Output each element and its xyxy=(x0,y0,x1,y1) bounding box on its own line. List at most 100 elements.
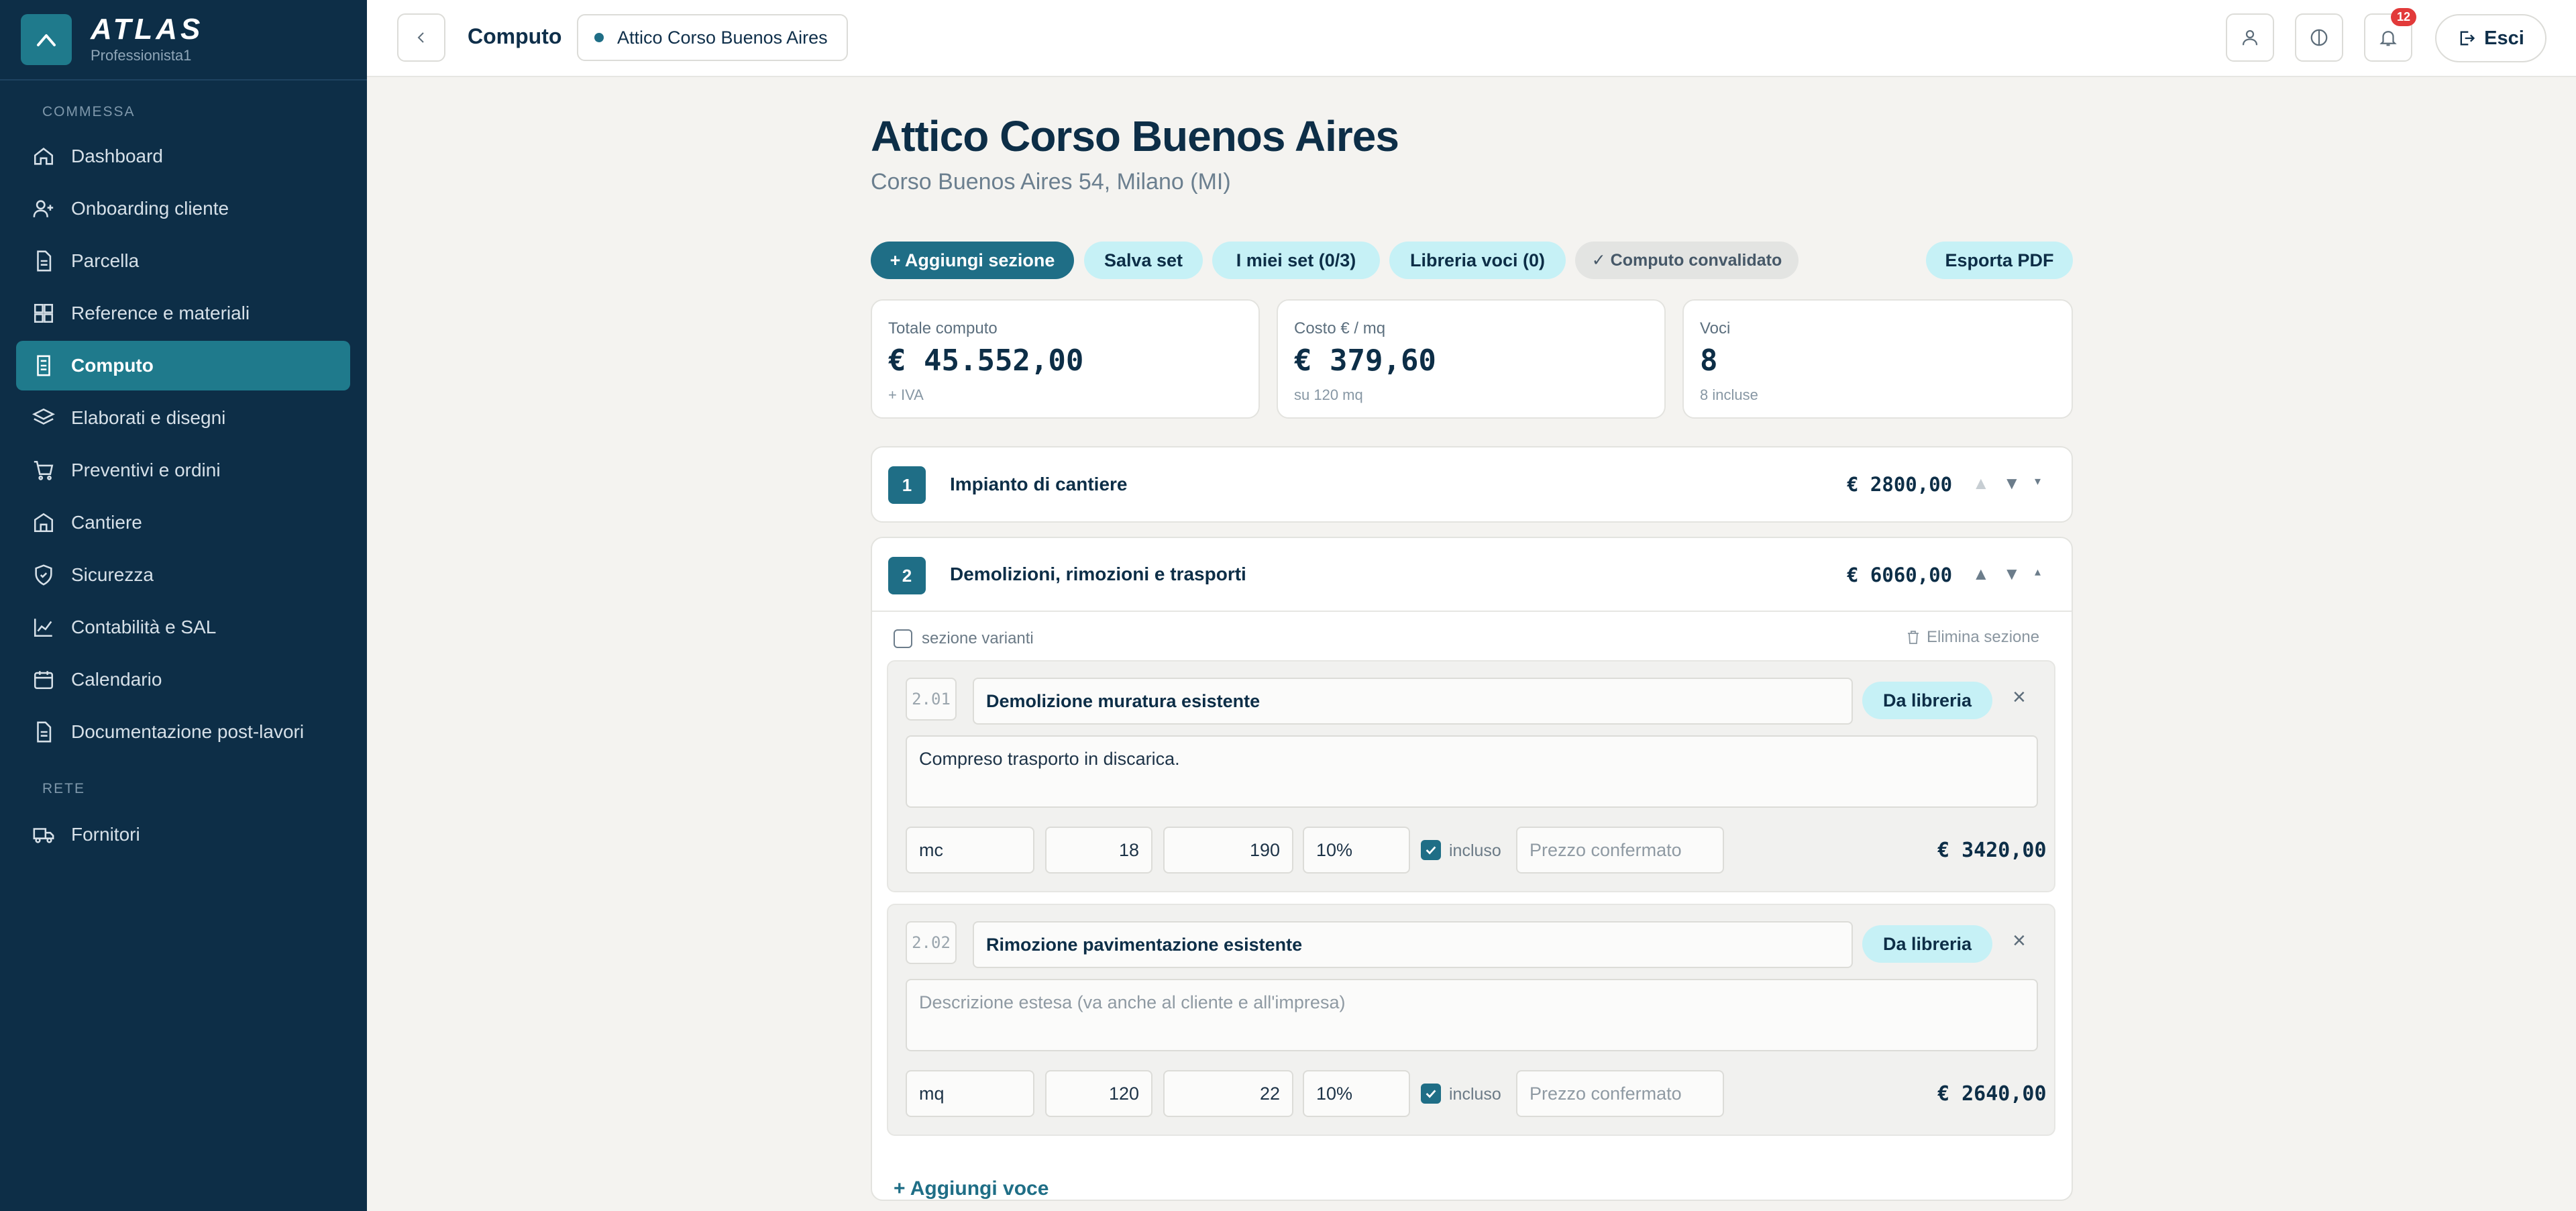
layers-icon xyxy=(32,408,55,425)
brand[interactable]: ATLAS Professionista1 xyxy=(0,0,367,81)
discount-field[interactable]: 10% xyxy=(1303,1070,1410,1117)
stat-card-items: Voci 8 8 incluse xyxy=(1682,299,2073,419)
stat-note: + IVA xyxy=(888,386,924,403)
included-checkbox[interactable] xyxy=(1421,840,1441,860)
bell-icon xyxy=(2379,31,2397,46)
library-button[interactable]: Libreria voci (0) xyxy=(1389,242,1566,279)
chart-line-icon xyxy=(34,619,52,637)
item-row: 2.01 Demolizione muratura esistente Da l… xyxy=(887,660,2055,892)
expand-toggle-icon[interactable]: ▾ xyxy=(2035,474,2041,488)
item-code: 2.01 xyxy=(906,678,957,721)
profile-button[interactable] xyxy=(2226,13,2274,62)
quantity-field[interactable]: 18 xyxy=(1045,827,1152,874)
section-title: Demolizioni, rimozioni e trasporti xyxy=(950,564,1246,584)
my-sets-button[interactable]: I miei set (0/3) xyxy=(1212,242,1380,279)
sidebar-item-preventivi[interactable]: Preventivi e ordini xyxy=(16,445,350,495)
item-code: 2.02 xyxy=(906,921,957,964)
section-header[interactable]: 2 Demolizioni, rimozioni e trasporti € 6… xyxy=(872,538,2072,612)
sidebar-item-computo[interactable]: Computo xyxy=(16,341,350,390)
item-name-input[interactable]: Demolizione muratura esistente xyxy=(973,678,1853,725)
section-card[interactable]: 1 Impianto di cantiere € 2800,00 ▲ ▼ ▾ xyxy=(871,446,2073,523)
quantity-field[interactable]: 120 xyxy=(1045,1070,1152,1117)
move-up-icon[interactable]: ▲ xyxy=(1972,564,1990,584)
sidebar-item-cantiere[interactable]: Cantiere xyxy=(16,498,350,547)
user-plus-icon xyxy=(33,200,54,217)
stat-label: Costo € / mq xyxy=(1294,319,1386,337)
back-button[interactable] xyxy=(397,13,445,62)
atlas-logo-icon xyxy=(21,14,72,65)
grid-icon xyxy=(34,303,54,323)
item-description-textarea[interactable]: Compreso trasporto in discarica. xyxy=(906,735,2038,808)
sidebar-item-label: Fornitori xyxy=(71,824,140,845)
move-down-icon[interactable]: ▼ xyxy=(2003,473,2021,494)
project-selector[interactable]: Attico Corso Buenos Aires xyxy=(577,14,848,61)
sidebar-item-parcella[interactable]: Parcella xyxy=(16,236,350,286)
sidebar-item-label: Contabilità e SAL xyxy=(71,617,217,637)
move-up-icon[interactable]: ▲ xyxy=(1972,473,1990,494)
stat-value: € 45.552,00 xyxy=(888,344,1084,378)
price-status-field[interactable]: Prezzo confermato xyxy=(1516,1070,1724,1117)
collapse-toggle-icon[interactable]: ▴ xyxy=(2035,565,2041,579)
sidebar-item-label: Preventivi e ordini xyxy=(71,460,221,480)
section-total: € 6060,00 xyxy=(1847,564,1953,586)
truck-icon xyxy=(33,828,54,843)
sidebar-item-documentazione[interactable]: Documentazione post-lavori xyxy=(16,707,350,757)
price-status-field[interactable]: Prezzo confermato xyxy=(1516,827,1724,874)
sidebar-item-label: Elaborati e disegni xyxy=(71,407,226,428)
sidebar-item-calendario[interactable]: Calendario xyxy=(16,655,350,704)
delete-section-button[interactable]: Elimina sezione xyxy=(1905,628,2039,647)
unit-field[interactable]: mc xyxy=(906,827,1034,874)
computo-validated-badge: ✓ Computo convalidato xyxy=(1575,242,1799,279)
topbar-title: Computo xyxy=(468,24,562,48)
notifications-button[interactable]: 12 xyxy=(2364,8,2416,62)
logout-label: Esci xyxy=(2484,27,2524,49)
unit-price-field[interactable]: 190 xyxy=(1163,827,1293,874)
checkmark-icon xyxy=(1426,1090,1436,1098)
sidebar-item-elaborati[interactable]: Elaborati e disegni xyxy=(16,393,350,443)
included-checkbox[interactable] xyxy=(1421,1084,1441,1104)
close-icon[interactable]: × xyxy=(2012,928,2026,954)
page-title: Attico Corso Buenos Aires xyxy=(871,112,1399,160)
nav-section-commessa: COMMESSA xyxy=(42,104,136,119)
notification-badge: 12 xyxy=(2390,8,2416,26)
included-label: incluso xyxy=(1449,841,1501,860)
document-icon xyxy=(37,721,52,743)
theme-toggle-button[interactable] xyxy=(2295,13,2343,62)
project-name: Attico Corso Buenos Aires xyxy=(617,27,828,48)
sidebar-item-label: Documentazione post-lavori xyxy=(71,721,305,742)
sidebar-item-label: Computo xyxy=(71,355,154,376)
sidebar-item-label: Dashboard xyxy=(71,146,163,166)
unit-price-field[interactable]: 22 xyxy=(1163,1070,1293,1117)
from-library-button[interactable]: Da libreria xyxy=(1862,682,1992,719)
add-item-button[interactable]: + Aggiungi voce xyxy=(894,1179,1049,1199)
document-icon xyxy=(37,250,52,272)
logout-icon xyxy=(2460,31,2475,46)
variants-checkbox[interactable] xyxy=(894,629,912,648)
sidebar-item-onboarding[interactable]: Onboarding cliente xyxy=(16,184,350,233)
shield-icon xyxy=(35,564,52,586)
item-total: € 3420,00 xyxy=(1937,839,2047,862)
sidebar-item-dashboard[interactable]: Dashboard xyxy=(16,131,350,181)
sidebar-item-fornitori[interactable]: Fornitori xyxy=(16,810,350,859)
move-down-icon[interactable]: ▼ xyxy=(2003,564,2021,584)
trash-icon xyxy=(1908,631,1919,644)
home-icon xyxy=(34,148,54,165)
from-library-button[interactable]: Da libreria xyxy=(1862,925,1992,963)
sidebar-item-sicurezza[interactable]: Sicurezza xyxy=(16,550,350,600)
close-icon[interactable]: × xyxy=(2012,684,2026,710)
status-dot xyxy=(594,33,604,42)
variants-label: sezione varianti xyxy=(922,629,1034,647)
sidebar: ATLAS Professionista1 COMMESSA Dashboard… xyxy=(0,0,367,1211)
item-description-textarea[interactable]: Descrizione estesa (va anche al cliente … xyxy=(906,979,2038,1051)
sidebar-item-contabilita[interactable]: Contabilità e SAL xyxy=(16,602,350,652)
add-section-button[interactable]: + Aggiungi sezione xyxy=(871,242,1074,279)
checkmark-icon xyxy=(1426,846,1436,855)
export-pdf-button[interactable]: Esporta PDF xyxy=(1926,242,2073,279)
section-number: 2 xyxy=(888,557,926,594)
discount-field[interactable]: 10% xyxy=(1303,827,1410,874)
unit-field[interactable]: mq xyxy=(906,1070,1034,1117)
sidebar-item-reference[interactable]: Reference e materiali xyxy=(16,288,350,338)
save-set-button[interactable]: Salva set xyxy=(1084,242,1203,279)
logout-button[interactable]: Esci xyxy=(2435,14,2546,62)
item-name-input[interactable]: Rimozione pavimentazione esistente xyxy=(973,921,1853,968)
